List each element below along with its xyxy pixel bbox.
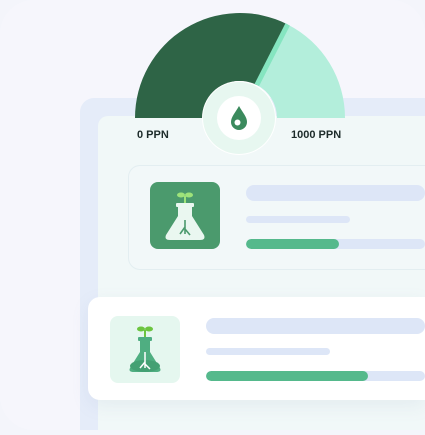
item-progress-track [206, 371, 425, 381]
plant-flask-icon [165, 192, 205, 240]
item-progress-fill [246, 239, 340, 249]
item-progress-fill [206, 371, 369, 381]
plant-flask-icon [129, 326, 161, 372]
item-title-placeholder [206, 318, 425, 334]
item-title-placeholder [246, 185, 425, 201]
item-icon-tile [150, 182, 220, 249]
item-progress-track [246, 239, 425, 249]
item-subtitle-placeholder [206, 348, 330, 355]
item-subtitle-placeholder [246, 216, 350, 223]
item-icon-tile [110, 316, 180, 383]
